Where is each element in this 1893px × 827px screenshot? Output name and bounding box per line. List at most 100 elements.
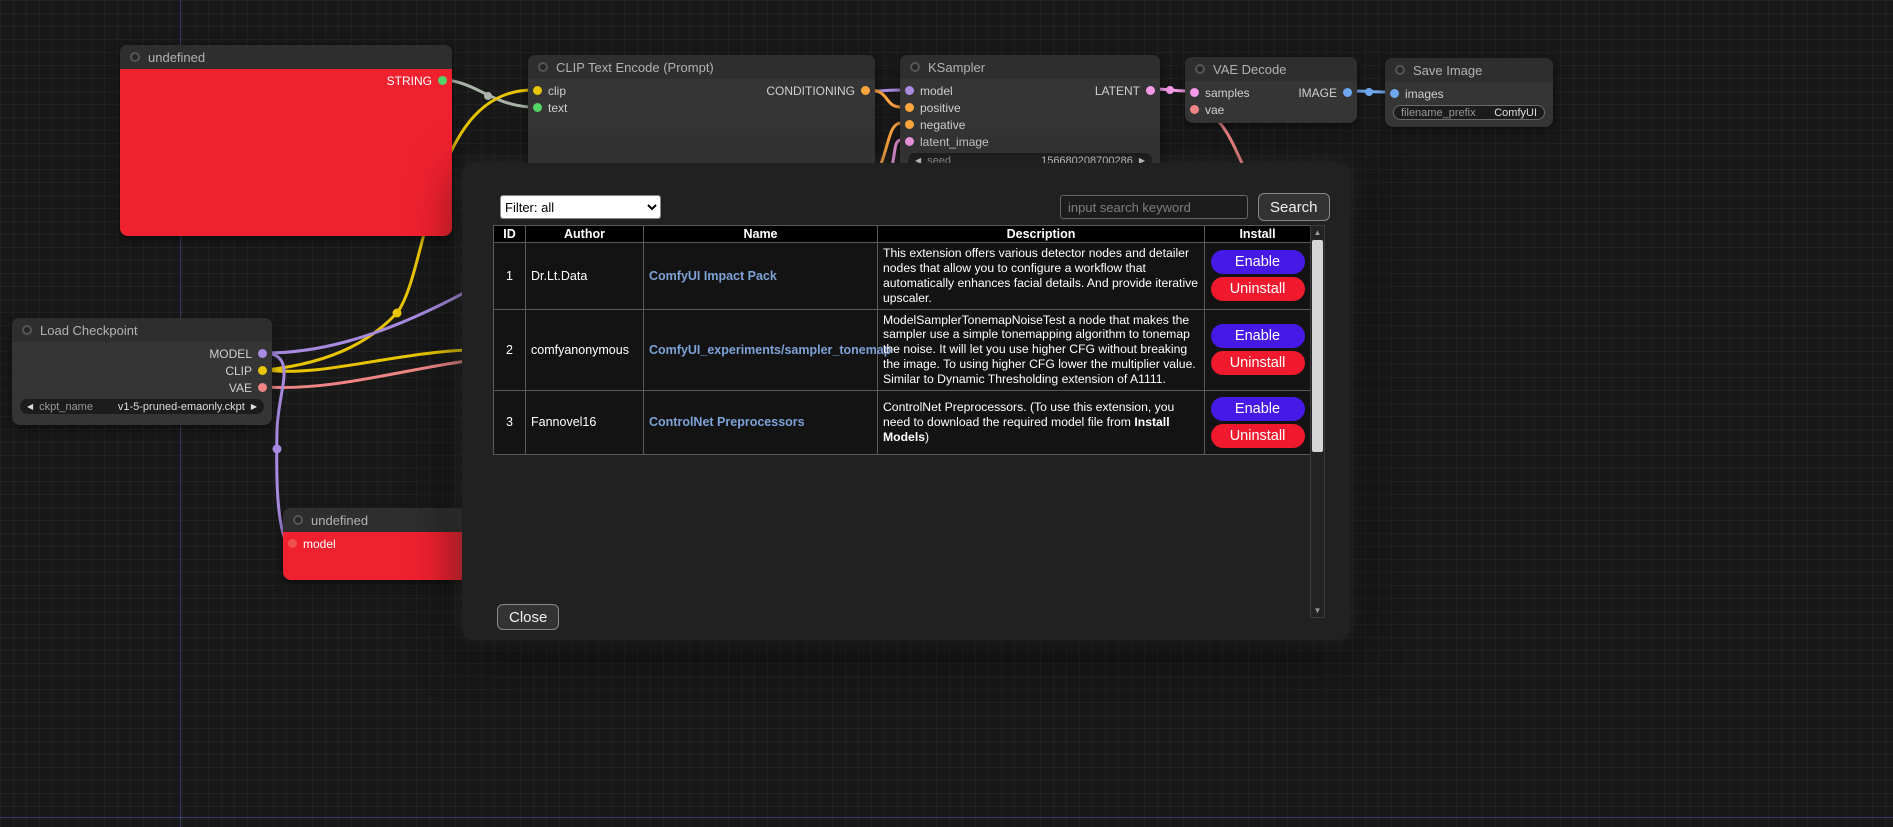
node-title: KSampler	[928, 60, 985, 75]
header-description: Description	[878, 226, 1205, 243]
clip-out-slot-dot[interactable]	[258, 366, 267, 375]
node-title-bar[interactable]: Save Image	[1385, 58, 1553, 82]
node-title: VAE Decode	[1213, 62, 1286, 77]
cell-install: Enable Uninstall	[1205, 243, 1311, 310]
samples-slot-dot[interactable]	[1190, 88, 1199, 97]
node-body: STRING	[120, 69, 452, 236]
filename-prefix-value[interactable]: ComfyUI	[1494, 107, 1537, 119]
enable-button[interactable]: Enable	[1211, 397, 1305, 421]
table-scrollbar[interactable]: ▲ ▼	[1310, 225, 1325, 618]
node-body: images filename_prefix ComfyUI	[1385, 82, 1553, 127]
node-title: undefined	[311, 513, 368, 528]
model-out-slot-dot[interactable]	[258, 349, 267, 358]
node-title: Load Checkpoint	[40, 323, 138, 338]
output-latent: LATENT	[1095, 84, 1155, 98]
table-row: 2 comfyanonymous ComfyUI_experiments/sam…	[494, 309, 1311, 390]
input-text: text	[533, 101, 567, 115]
cell-id: 3	[494, 390, 526, 454]
model-slot-dot[interactable]	[905, 86, 914, 95]
node-undefined-string[interactable]: undefined STRING	[120, 45, 452, 236]
vae-out-slot-dot[interactable]	[258, 383, 267, 392]
custom-nodes-dialog: Filter: all Search ID Author Name Descri…	[462, 163, 1350, 640]
collapse-dot-icon[interactable]	[910, 62, 920, 72]
cell-author: comfyanonymous	[526, 309, 644, 390]
clip-slot-dot[interactable]	[533, 86, 542, 95]
node-vae-decode[interactable]: VAE Decode samples IMAGE vae	[1185, 57, 1357, 123]
collapse-dot-icon[interactable]	[293, 515, 303, 525]
node-load-checkpoint[interactable]: Load Checkpoint MODEL CLIP VAE ◀ ckpt_na…	[12, 318, 272, 425]
conditioning-slot-dot[interactable]	[861, 86, 870, 95]
collapse-dot-icon[interactable]	[1195, 64, 1205, 74]
ckpt-name-label: ckpt_name	[39, 401, 93, 413]
latent-slot-dot[interactable]	[1146, 86, 1155, 95]
ckpt-name-widget[interactable]: ◀ ckpt_name v1-5-pruned-emaonly.ckpt ▶	[20, 399, 264, 414]
node-save-image[interactable]: Save Image images filename_prefix ComfyU…	[1385, 58, 1553, 127]
scroll-up-icon[interactable]: ▲	[1311, 226, 1324, 239]
latent-image-slot-dot[interactable]	[905, 137, 914, 146]
node-title: undefined	[148, 50, 205, 65]
extension-link[interactable]: ComfyUI_experiments/sampler_tonemap	[649, 343, 891, 357]
cell-author: Dr.Lt.Data	[526, 243, 644, 310]
uninstall-button[interactable]: Uninstall	[1211, 351, 1305, 375]
scrollbar-thumb[interactable]	[1312, 240, 1323, 452]
prev-arrow-icon[interactable]: ◀	[27, 403, 33, 411]
filename-prefix-widget[interactable]: filename_prefix ComfyUI	[1393, 105, 1545, 120]
header-install: Install	[1205, 226, 1311, 243]
node-body: MODEL CLIP VAE ◀ ckpt_name v1-5-pruned-e…	[12, 342, 272, 425]
node-body: samples IMAGE vae	[1185, 81, 1357, 123]
node-title-bar[interactable]: KSampler	[900, 55, 1160, 79]
cell-id: 1	[494, 243, 526, 310]
input-negative: negative	[905, 118, 965, 132]
search-button[interactable]: Search	[1258, 193, 1330, 221]
uninstall-button[interactable]: Uninstall	[1211, 277, 1305, 301]
output-model: MODEL	[209, 347, 267, 361]
enable-button[interactable]: Enable	[1211, 324, 1305, 348]
image-slot-dot[interactable]	[1343, 88, 1352, 97]
filter-select[interactable]: Filter: all	[500, 195, 661, 219]
output-string: STRING	[387, 74, 447, 88]
scroll-down-icon[interactable]: ▼	[1311, 604, 1324, 617]
collapse-dot-icon[interactable]	[538, 62, 548, 72]
text-slot-dot[interactable]	[533, 103, 542, 112]
node-clip-text-encode[interactable]: CLIP Text Encode (Prompt) clip CONDITION…	[528, 55, 875, 179]
close-button[interactable]: Close	[497, 604, 559, 630]
cell-install: Enable Uninstall	[1205, 390, 1311, 454]
cell-name: ControlNet Preprocessors	[644, 390, 878, 454]
images-slot-dot[interactable]	[1390, 89, 1399, 98]
enable-button[interactable]: Enable	[1211, 250, 1305, 274]
output-image: IMAGE	[1298, 86, 1352, 100]
output-clip: CLIP	[225, 364, 267, 378]
vae-slot-dot[interactable]	[1190, 105, 1199, 114]
search-input[interactable]	[1060, 195, 1248, 219]
input-model: model	[288, 537, 336, 551]
node-title-bar[interactable]: undefined	[120, 45, 452, 69]
cell-name: ComfyUI_experiments/sampler_tonemap	[644, 309, 878, 390]
header-name: Name	[644, 226, 878, 243]
cell-install: Enable Uninstall	[1205, 309, 1311, 390]
collapse-dot-icon[interactable]	[1395, 65, 1405, 75]
node-title-bar[interactable]: VAE Decode	[1185, 57, 1357, 81]
uninstall-button[interactable]: Uninstall	[1211, 424, 1305, 448]
positive-slot-dot[interactable]	[905, 103, 914, 112]
model-slot-dot[interactable]	[288, 539, 297, 548]
extension-link[interactable]: ComfyUI Impact Pack	[649, 269, 777, 283]
node-title-bar[interactable]: Load Checkpoint	[12, 318, 272, 342]
string-slot-dot[interactable]	[438, 76, 447, 85]
cell-id: 2	[494, 309, 526, 390]
extension-link[interactable]: ControlNet Preprocessors	[649, 415, 805, 429]
collapse-dot-icon[interactable]	[130, 52, 140, 62]
node-title: Save Image	[1413, 63, 1482, 78]
next-arrow-icon[interactable]: ▶	[251, 403, 257, 411]
input-images: images	[1390, 87, 1444, 101]
input-vae: vae	[1190, 103, 1224, 117]
input-samples: samples	[1190, 86, 1250, 100]
cell-description: ControlNet Preprocessors. (To use this e…	[878, 390, 1205, 454]
cell-description: This extension offers various detector n…	[878, 243, 1205, 310]
header-author: Author	[526, 226, 644, 243]
node-title-bar[interactable]: CLIP Text Encode (Prompt)	[528, 55, 875, 79]
negative-slot-dot[interactable]	[905, 120, 914, 129]
ckpt-name-value[interactable]: v1-5-pruned-emaonly.ckpt	[118, 401, 245, 413]
collapse-dot-icon[interactable]	[22, 325, 32, 335]
table-header-row: ID Author Name Description Install	[494, 226, 1311, 243]
node-title: CLIP Text Encode (Prompt)	[556, 60, 714, 75]
